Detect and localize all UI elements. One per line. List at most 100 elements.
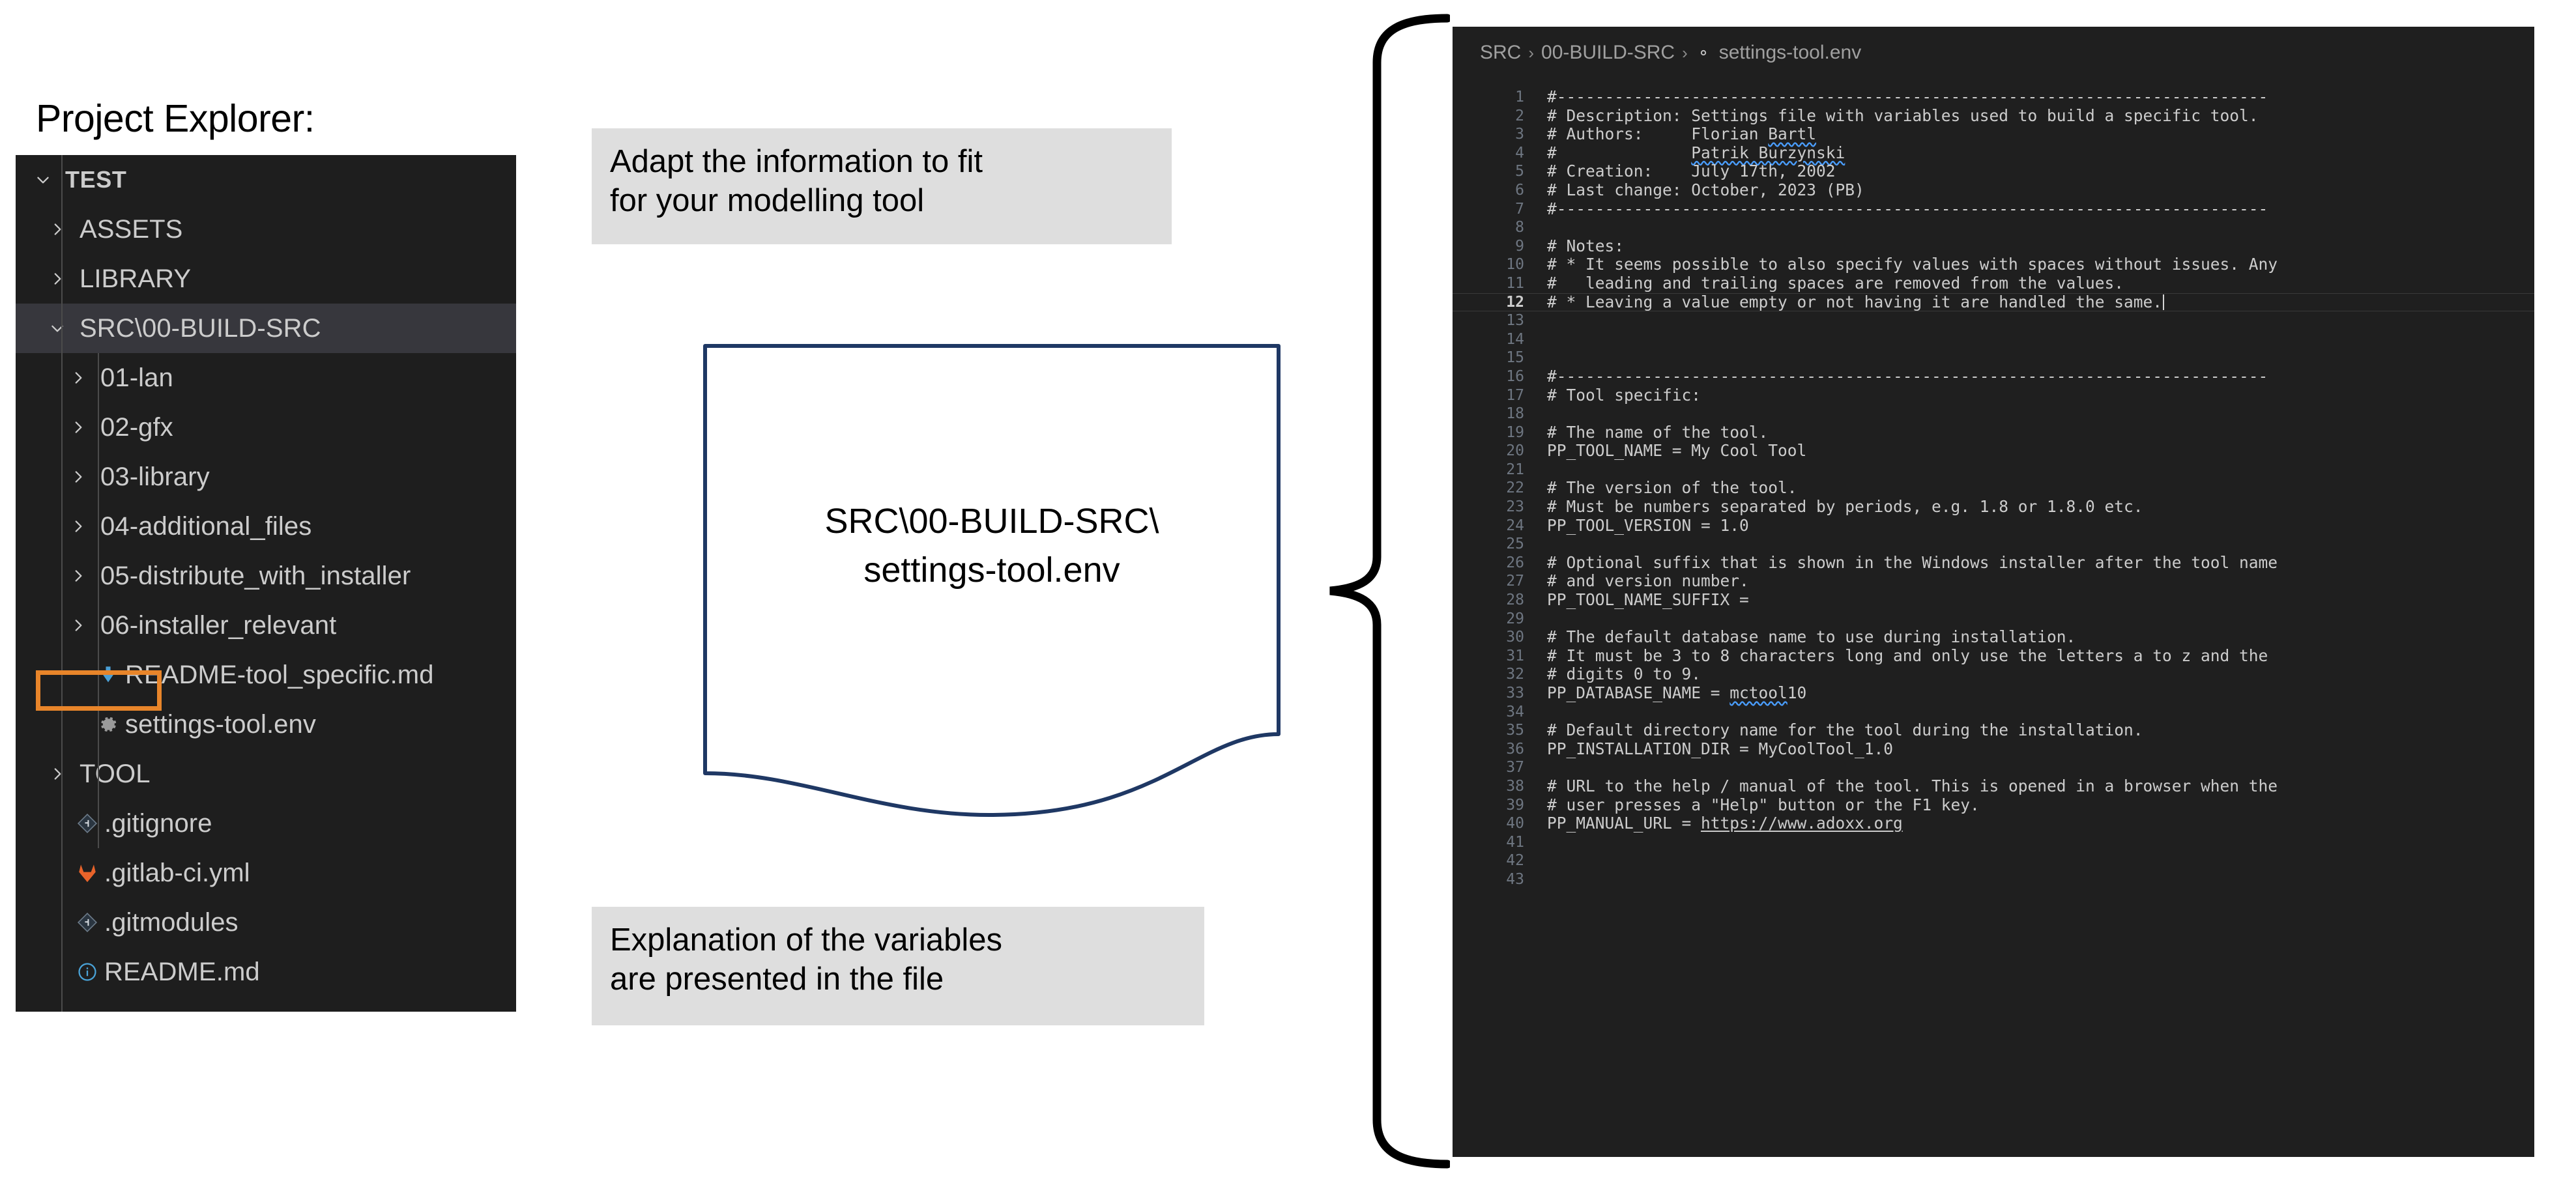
spellcheck-squiggle: Patrik Burzynski [1691,143,1845,162]
tree-item-label: 02-gfx [100,412,173,442]
code-line[interactable]: 14 [1453,330,2534,349]
code-line[interactable]: 13 [1453,311,2534,330]
tree-item-02-gfx[interactable]: 02-gfx [16,403,516,452]
line-number: 17 [1506,386,1524,404]
chevron-right-icon[interactable] [49,221,66,238]
code-line[interactable]: 20 PP_TOOL_NAME = My Cool Tool [1453,442,2534,461]
code-line[interactable]: 11 # leading and trailing spaces are remo… [1453,274,2534,293]
code-line[interactable]: 32 # digits 0 to 9. [1453,665,2534,684]
code-line[interactable]: 37 [1453,758,2534,777]
tree-item-04-additional-files[interactable]: 04-additional_files [16,502,516,551]
tree-toggle [44,848,70,898]
code-line[interactable]: 10 # * It seems possible to also specify … [1453,255,2534,274]
project-explorer-tree[interactable]: TEST ASSETS LIBRARY SRC\00-BUILD-SRC 01-lan 0… [16,155,516,1012]
tree-toggle[interactable] [44,749,70,799]
code-line[interactable]: 21 [1453,461,2534,479]
chevron-right-icon[interactable] [70,419,87,436]
code-line[interactable]: 4 # Patrik Burzynski [1453,143,2534,163]
tree-item-readme-tool-specific[interactable]: README-tool_specific.md [16,650,516,700]
tree-item-library[interactable]: LIBRARY [16,254,516,304]
code-line[interactable]: 1 #--------------------------------------… [1453,87,2534,107]
code-line[interactable]: 26 # Optional suffix that is shown in the… [1453,553,2534,573]
tree-item-src-00-build-src[interactable]: SRC\00-BUILD-SRC [16,304,516,353]
tree-item-gitmodules[interactable]: .gitmodules [16,898,516,947]
chevron-down-icon[interactable] [49,320,66,337]
tree-toggle[interactable] [65,353,91,403]
code-line[interactable]: 3 # Authors: Florian Bartl [1453,124,2534,144]
line-number: 4 [1515,144,1524,162]
code-line[interactable]: 30 # The default database name to use dur… [1453,628,2534,647]
tree-item-gitlab-ci-yml[interactable]: .gitlab-ci.yml [16,848,516,898]
tree-item-settings-tool-env[interactable]: settings-tool.env [16,700,516,749]
tree-toggle[interactable] [44,205,70,254]
code-line[interactable]: 15 [1453,349,2534,367]
tree-item-assets[interactable]: ASSETS [16,205,516,254]
code-line[interactable]: 17 # Tool specific: [1453,386,2534,405]
tree-toggle[interactable] [65,452,91,502]
chevron-right-icon[interactable] [70,617,87,634]
breadcrumb-filename[interactable]: settings-tool.env [1719,42,1861,64]
breadcrumb-00-build-src[interactable]: 00-BUILD-SRC [1541,42,1675,64]
code-line[interactable]: 27 # and version number. [1453,572,2534,591]
code-line[interactable]: 40 PP_MANUAL_URL = https://www.adoxx.org [1453,814,2534,833]
tree-toggle[interactable] [65,502,91,551]
code-line[interactable]: 39 # user presses a "Help" button or the … [1453,795,2534,815]
code-line[interactable]: 25 [1453,535,2534,554]
chevron-right-icon[interactable] [49,270,66,287]
code-line[interactable]: 8 [1453,218,2534,237]
tree-item-03-library[interactable]: 03-library [16,452,516,502]
code-content[interactable]: 1 #--------------------------------------… [1453,87,2534,1157]
code-line[interactable]: 36 PP_INSTALLATION_DIR = MyCoolTool_1.0 [1453,739,2534,759]
tree-toggle[interactable] [44,304,70,353]
chevron-right-icon[interactable] [49,765,66,782]
code-url-link[interactable]: https://www.adoxx.org [1701,814,1903,833]
tree-item-test[interactable]: TEST [16,155,516,205]
tree-item-readme-md[interactable]: README.md [16,947,516,997]
code-line[interactable]: 7 #--------------------------------------… [1453,199,2534,219]
code-line[interactable]: 41 [1453,833,2534,852]
tree-item-05-distribute-with-installer[interactable]: 05-distribute_with_installer [16,551,516,601]
curly-brace-connector [1329,14,1450,1169]
code-line[interactable]: 34 [1453,703,2534,722]
code-line[interactable]: 19 # The name of the tool. [1453,423,2534,442]
tree-item-06-installer-relevant[interactable]: 06-installer_relevant [16,601,516,650]
tree-toggle[interactable] [44,254,70,304]
tree-toggle[interactable] [65,551,91,601]
line-number: 25 [1506,535,1524,553]
code-line[interactable]: 33 PP_DATABASE_NAME = mctool10 [1453,683,2534,703]
tree-toggle[interactable] [65,601,91,650]
chevron-right-icon[interactable] [70,567,87,584]
code-editor-panel[interactable]: SRC › 00-BUILD-SRC › settings-tool.env 1… [1453,27,2534,1157]
tree-item-01-lan[interactable]: 01-lan [16,353,516,403]
breadcrumb[interactable]: SRC › 00-BUILD-SRC › settings-tool.env [1480,40,1861,66]
code-line[interactable]: 31 # It must be 3 to 8 characters long an… [1453,646,2534,666]
tree-toggle[interactable] [65,403,91,452]
code-line[interactable]: 18 [1453,405,2534,423]
tree-item-tool[interactable]: TOOL [16,749,516,799]
code-line[interactable]: 35 # Default directory name for the tool … [1453,721,2534,740]
code-line[interactable]: 38 # URL to the help / manual of the tool… [1453,777,2534,796]
code-line[interactable]: 23 # Must be numbers separated by periods… [1453,497,2534,517]
code-line[interactable]: 6 # Last change: October, 2023 (PB) [1453,180,2534,200]
code-line[interactable]: 16 #-------------------------------------… [1453,367,2534,386]
code-line[interactable]: 28 PP_TOOL_NAME_SUFFIX = [1453,590,2534,610]
tree-item-gitignore[interactable]: .gitignore [16,799,516,848]
chevron-right-icon[interactable] [70,518,87,535]
chevron-right-icon[interactable] [70,369,87,386]
code-line[interactable]: 5 # Creation: July 17th, 2002 [1453,162,2534,181]
chevron-down-icon[interactable] [35,171,51,188]
breadcrumb-src[interactable]: SRC [1480,42,1521,64]
line-number: 14 [1506,330,1524,348]
code-line[interactable]: 22 # The version of the tool. [1453,479,2534,498]
tree-toggle[interactable] [30,155,56,205]
code-line[interactable]: 9 # Notes: [1453,236,2534,256]
code-line[interactable]: 43 [1453,870,2534,889]
chevron-right-icon[interactable] [70,468,87,485]
code-line[interactable]: 42 [1453,851,2534,870]
line-number: 15 [1506,349,1524,367]
code-line[interactable]: 24 PP_TOOL_VERSION = 1.0 [1453,516,2534,535]
code-line[interactable]: 12 # * Leaving a value empty or not havin… [1453,292,2534,312]
code-line[interactable]: 2 # Description: Settings file with varia… [1453,106,2534,126]
code-line[interactable]: 29 [1453,610,2534,629]
